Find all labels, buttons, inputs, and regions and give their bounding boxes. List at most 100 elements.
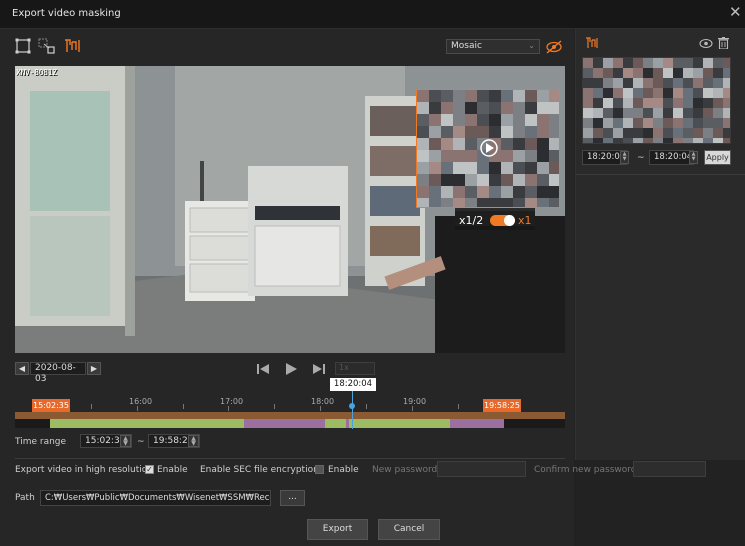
- skip-forward-icon[interactable]: [312, 363, 326, 375]
- mosaic-cell: [623, 88, 633, 98]
- sec-encryption-checkbox[interactable]: [315, 465, 324, 474]
- object-end-time[interactable]: 18:20:04: [649, 150, 694, 165]
- prev-day-button[interactable]: ◀: [15, 362, 29, 375]
- hour-label-18: 18:00: [311, 397, 335, 406]
- time-start-spinner[interactable]: ▲ ▼: [120, 435, 131, 447]
- mosaic-cell: [703, 88, 713, 98]
- mosaic-cell: [465, 150, 477, 162]
- mosaic-cell: [683, 98, 693, 108]
- mosaic-cell: [593, 88, 603, 98]
- mosaic-cell: [489, 102, 501, 114]
- mosaic-cell: [537, 162, 549, 174]
- area-select-icon[interactable]: [38, 38, 56, 54]
- mosaic-cell: [693, 98, 703, 108]
- mosaic-cell: [643, 68, 653, 78]
- mosaic-cell: [537, 138, 549, 150]
- mosaic-cell: [549, 150, 559, 162]
- mosaic-cell: [429, 198, 441, 207]
- export-button[interactable]: Export: [307, 519, 368, 540]
- mosaic-cell: [501, 162, 513, 174]
- mosaic-cell: [693, 128, 703, 138]
- mosaic-cell: [653, 108, 663, 118]
- mosaic-cell: [613, 128, 623, 138]
- mosaic-cell: [465, 126, 477, 138]
- mosaic-cell: [633, 108, 643, 118]
- mosaic-cell: [453, 126, 465, 138]
- person-track-icon[interactable]: [63, 37, 81, 55]
- high-res-checkbox[interactable]: ✓: [145, 465, 154, 474]
- mosaic-cell: [593, 128, 603, 138]
- mosaic-cell: [623, 138, 633, 143]
- close-icon[interactable]: ✕: [729, 3, 742, 21]
- mosaic-cell: [613, 78, 623, 88]
- timeline-cursor[interactable]: [352, 391, 353, 429]
- mosaic-cell: [501, 186, 513, 198]
- confirm-password-input[interactable]: [633, 461, 706, 477]
- mosaic-cell: [489, 186, 501, 198]
- cancel-button[interactable]: Cancel: [378, 519, 440, 540]
- object-end-spinner[interactable]: ▲ ▼: [689, 151, 698, 164]
- mosaic-cell: [663, 58, 673, 68]
- mosaic-cell: [643, 108, 653, 118]
- mosaic-cell: [703, 78, 713, 88]
- browse-button[interactable]: ...: [280, 490, 305, 506]
- rectangle-select-icon[interactable]: [15, 38, 31, 54]
- timeline-cursor-knob[interactable]: [349, 403, 355, 409]
- mosaic-cell: [723, 108, 730, 118]
- eye-icon[interactable]: [699, 38, 713, 49]
- date-field[interactable]: 2020-08-03: [30, 362, 86, 384]
- timeline-start-time[interactable]: 15:02:35: [32, 399, 70, 412]
- speed-switch[interactable]: [490, 215, 515, 226]
- trash-icon[interactable]: [718, 37, 729, 49]
- new-password-input[interactable]: [437, 461, 526, 477]
- timeline-recording-bar[interactable]: [15, 419, 565, 428]
- mosaic-cell: [583, 88, 593, 98]
- chevron-down-icon: ⌄: [528, 41, 535, 50]
- object-start-spinner[interactable]: ▲ ▼: [620, 151, 629, 164]
- timeline-end-time[interactable]: 19:58:25: [483, 399, 521, 412]
- timeline-track[interactable]: [15, 412, 565, 419]
- mosaic-cell: [583, 108, 593, 118]
- hide-mask-icon[interactable]: [545, 39, 563, 55]
- mosaic-cell: [623, 58, 633, 68]
- mosaic-cell: [703, 108, 713, 118]
- mosaic-cell: [643, 58, 653, 68]
- mosaic-cell: [513, 138, 525, 150]
- time-end-spinner[interactable]: ▲ ▼: [188, 435, 199, 447]
- apply-button[interactable]: Apply: [704, 150, 731, 165]
- mosaic-cell: [603, 58, 613, 68]
- mosaic-cell: [593, 68, 603, 78]
- mosaic-cell: [693, 108, 703, 118]
- mosaic-cell: [703, 98, 713, 108]
- mosaic-cell: [429, 126, 441, 138]
- play-icon[interactable]: [284, 362, 298, 376]
- mosaic-cell: [453, 138, 465, 150]
- mosaic-cell: [525, 150, 537, 162]
- mosaic-cell: [613, 138, 623, 143]
- mosaic-cell: [663, 118, 673, 128]
- mosaic-cell: [525, 174, 537, 186]
- mosaic-cell: [643, 128, 653, 138]
- mosaic-cell: [713, 108, 723, 118]
- mosaic-cell: [477, 162, 489, 174]
- speed-field[interactable]: 1x: [335, 362, 375, 375]
- mosaic-cell: [693, 68, 703, 78]
- skip-back-icon[interactable]: [256, 363, 270, 375]
- mosaic-cell: [501, 198, 513, 207]
- playback-speed-toggle[interactable]: x1/2 x1: [455, 211, 535, 230]
- mosaic-cell: [441, 174, 453, 186]
- next-day-button[interactable]: ▶: [87, 362, 101, 375]
- mosaic-cell: [489, 198, 501, 207]
- mask-region[interactable]: [416, 89, 560, 208]
- mosaic-cell: [477, 186, 489, 198]
- mosaic-cell: [429, 90, 441, 102]
- mosaic-cell: [673, 98, 683, 108]
- mask-type-select[interactable]: Mosaic ⌄: [446, 39, 540, 54]
- mask-thumbnail[interactable]: [582, 57, 731, 144]
- mosaic-cell: [501, 138, 513, 150]
- mosaic-cell: [693, 118, 703, 128]
- mosaic-cell: [537, 198, 549, 207]
- path-input[interactable]: C:₩Users₩Public₩Documents₩Wisenet₩SSM₩Re…: [40, 490, 271, 506]
- mosaic-cell: [593, 108, 603, 118]
- mosaic-cell: [549, 126, 559, 138]
